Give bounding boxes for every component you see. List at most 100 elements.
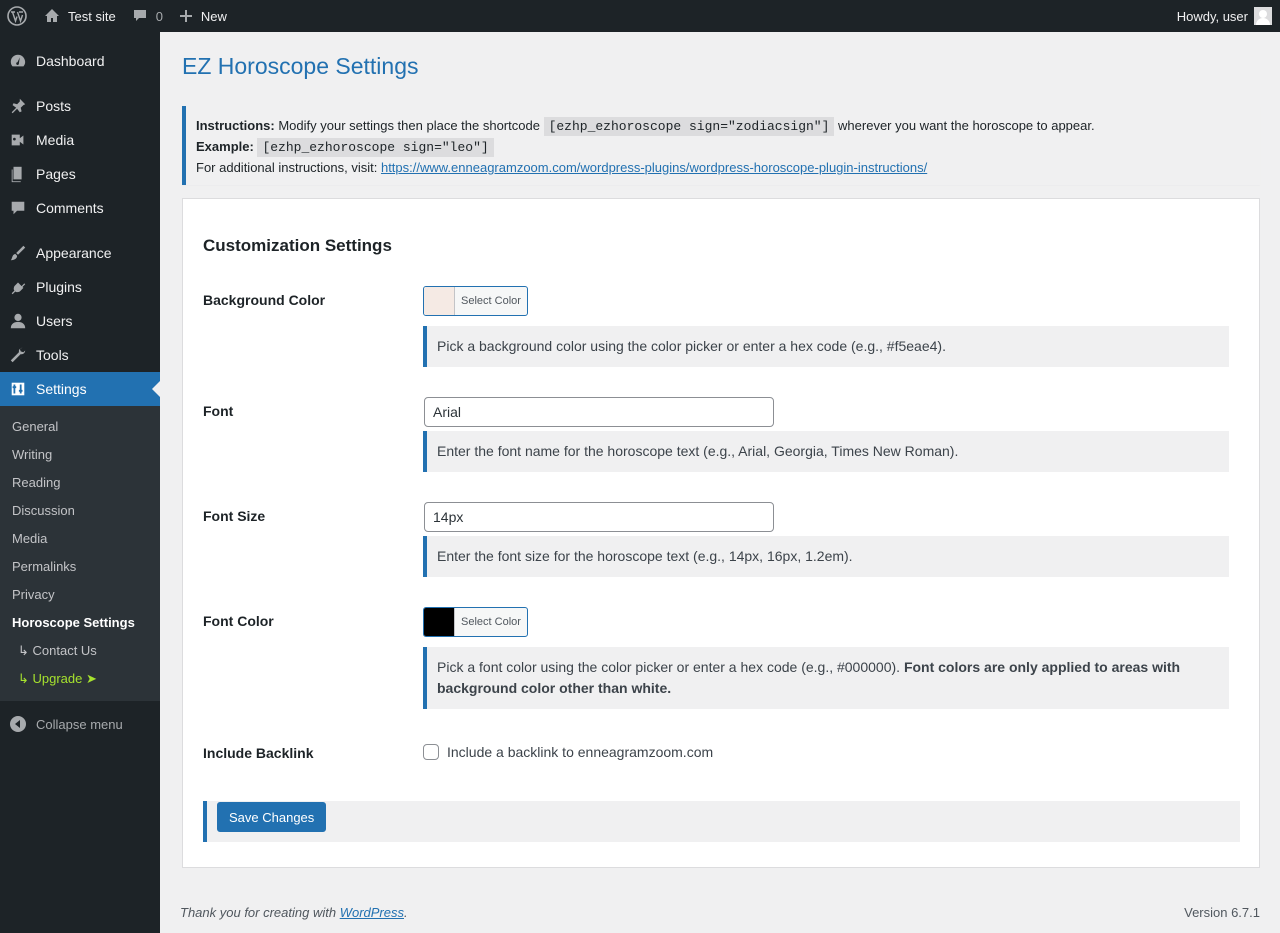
menu-appearance[interactable]: Appearance (0, 236, 160, 270)
menu-label: Tools (36, 347, 69, 363)
instructions-label: Instructions: (196, 118, 275, 133)
instructions-end: wherever you want the horoscope to appea… (834, 118, 1095, 133)
font-color-description: Pick a font color using the color picker… (423, 647, 1229, 709)
pin-icon (8, 96, 28, 116)
paintbrush-icon (8, 243, 28, 263)
pages-icon (8, 164, 28, 184)
instructions-link[interactable]: https://www.enneagramzoom.com/wordpress-… (381, 160, 927, 175)
collapse-arrow-icon (10, 716, 26, 732)
font-color-label: Font Color (203, 613, 274, 629)
example-label: Example: (196, 139, 254, 154)
menu-label: Users (36, 313, 73, 329)
footer-wordpress-link[interactable]: WordPress (340, 905, 404, 920)
menu-label: Comments (36, 200, 104, 216)
font-description: Enter the font name for the horoscope te… (423, 431, 1229, 472)
menu-pages[interactable]: Pages (0, 157, 160, 191)
comment-bubble-icon (132, 8, 148, 24)
menu-label: Media (36, 132, 75, 148)
site-name: Test site (68, 8, 116, 24)
shortcode-code: [ezhp_ezhoroscope sign="zodiacsign"] (543, 117, 835, 136)
bg-color-button-label: Select Color (461, 295, 521, 307)
menu-label: Appearance (36, 245, 112, 261)
font-color-button-label: Select Color (461, 616, 521, 628)
submenu-media[interactable]: Media (0, 525, 160, 553)
comments-count: 0 (155, 8, 163, 24)
new-content-link[interactable]: New (171, 0, 235, 32)
font-color-desc-text: Pick a font color using the color picker… (437, 659, 904, 675)
footer-version: Version 6.7.1 (1184, 905, 1260, 920)
submenu-upgrade[interactable]: ↳ Upgrade ➤ (0, 665, 160, 693)
wordpress-logo-icon[interactable] (0, 0, 36, 32)
footer-period: . (404, 905, 408, 920)
collapse-label: Collapse menu (36, 716, 123, 732)
menu-posts[interactable]: Posts (0, 89, 160, 123)
my-account-link[interactable]: Howdy, user (1169, 0, 1280, 32)
home-icon (44, 8, 60, 24)
backlink-row: Include a backlink to enneagramzoom.com (423, 744, 713, 760)
howdy-text: Howdy, user (1176, 8, 1248, 24)
menu-media[interactable]: Media (0, 123, 160, 157)
admin-bar: Test site 0 New Howdy, user (0, 0, 1280, 32)
menu-settings[interactable]: Settings (0, 372, 160, 406)
menu-label: Pages (36, 166, 76, 182)
menu-dashboard[interactable]: Dashboard (0, 44, 160, 78)
additional-text: For additional instructions, visit: (196, 160, 381, 175)
backlink-label: Include Backlink (203, 745, 314, 761)
font-size-label: Font Size (203, 508, 266, 524)
font-color-picker-button[interactable]: Select Color (423, 607, 528, 637)
comments-link[interactable]: 0 (124, 0, 171, 32)
footer-thanks-text: Thank you for creating with (180, 905, 340, 920)
media-icon (8, 130, 28, 150)
submenu-discussion[interactable]: Discussion (0, 497, 160, 525)
submenu-reading[interactable]: Reading (0, 469, 160, 497)
users-icon (8, 311, 28, 331)
additional-line: For additional instructions, visit: http… (196, 158, 1250, 178)
backlink-checkbox[interactable] (423, 744, 439, 760)
instructions-notice: Instructions: Modify your settings then … (182, 106, 1260, 185)
instructions-text: Modify your settings then place the shor… (274, 118, 544, 133)
main-content: EZ Horoscope Settings Instructions: Modi… (160, 32, 1280, 933)
menu-label: Dashboard (36, 53, 105, 69)
submenu-general[interactable]: General (0, 413, 160, 441)
plugin-icon (8, 277, 28, 297)
wrench-icon (8, 345, 28, 365)
menu-label: Settings (36, 381, 87, 397)
font-color-swatch (424, 608, 455, 636)
bg-color-picker-button[interactable]: Select Color (423, 286, 528, 316)
settings-card: Customization Settings Background Color … (182, 198, 1260, 868)
bg-color-label: Background Color (203, 292, 326, 308)
font-label: Font (203, 403, 234, 419)
settings-heading: Customization Settings (203, 236, 392, 255)
submenu-contact-us[interactable]: ↳ Contact Us (0, 637, 160, 665)
save-changes-button[interactable]: Save Changes (217, 802, 327, 832)
example-line: Example: [ezhp_ezhoroscope sign="leo"] (196, 137, 1250, 158)
dashboard-icon (8, 51, 28, 71)
submenu-horoscope-settings[interactable]: Horoscope Settings (0, 609, 160, 637)
font-size-input[interactable] (424, 502, 774, 532)
menu-plugins[interactable]: Plugins (0, 270, 160, 304)
plus-icon (179, 9, 193, 23)
submit-bar: Save Changes (203, 801, 1240, 842)
page-title: EZ Horoscope Settings (182, 53, 419, 79)
settings-icon (8, 379, 28, 399)
new-label: New (200, 8, 227, 24)
font-input[interactable] (424, 397, 774, 427)
menu-label: Posts (36, 98, 72, 114)
menu-comments[interactable]: Comments (0, 191, 160, 225)
menu-label: Plugins (36, 279, 82, 295)
site-name-link[interactable]: Test site (36, 0, 124, 32)
collapse-menu-button[interactable]: Collapse menu (0, 707, 160, 741)
comments-icon (8, 198, 28, 218)
backlink-checkbox-label[interactable]: Include a backlink to enneagramzoom.com (447, 744, 713, 760)
bg-color-description: Pick a background color using the color … (423, 326, 1229, 367)
menu-users[interactable]: Users (0, 304, 160, 338)
bg-color-swatch (424, 287, 455, 315)
submenu-privacy[interactable]: Privacy (0, 581, 160, 609)
menu-tools[interactable]: Tools (0, 338, 160, 372)
instructions-line: Instructions: Modify your settings then … (196, 116, 1250, 137)
footer-thanks: Thank you for creating with WordPress. (180, 905, 408, 920)
avatar (1254, 7, 1272, 25)
submenu-permalinks[interactable]: Permalinks (0, 553, 160, 581)
submenu-writing[interactable]: Writing (0, 441, 160, 469)
example-code: [ezhp_ezhoroscope sign="leo"] (257, 138, 494, 157)
